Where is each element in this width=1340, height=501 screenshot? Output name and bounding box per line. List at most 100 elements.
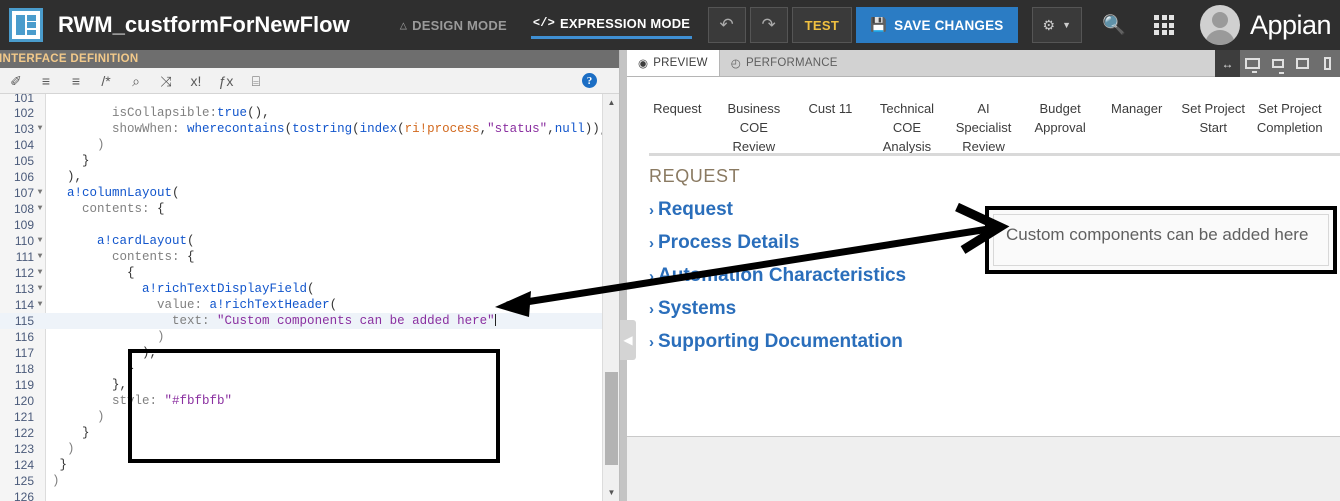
line-number: 125: [13, 474, 34, 488]
code-line[interactable]: 110 ▼ a!cardLayout(: [0, 233, 619, 249]
query-data-icon[interactable]: ⌸: [248, 72, 264, 90]
code-text: }: [52, 458, 68, 472]
line-number: 103: [13, 122, 34, 136]
code-line[interactable]: 113 ▼ a!richTextDisplayField(: [0, 281, 619, 297]
code-line[interactable]: 103 ▼ showWhen: wherecontains(tostring(in…: [0, 121, 619, 137]
tablet-icon[interactable]: [1290, 50, 1315, 77]
clock-icon: ◴: [730, 58, 741, 70]
preview-surface: Request Business COE Review Cust 11 Technic…: [627, 77, 1340, 501]
section-link-label: Automation Characteristics: [658, 265, 907, 286]
code-line[interactable]: 116 ): [0, 329, 619, 345]
code-line[interactable]: 106 ),: [0, 169, 619, 185]
clear-icon[interactable]: x!: [188, 72, 204, 90]
code-text: a!richTextDisplayField(: [142, 282, 315, 296]
code-brackets-icon: </>: [532, 16, 556, 30]
code-line[interactable]: 107 ▼ a!columnLayout(: [0, 185, 619, 201]
code-line[interactable]: 109: [0, 217, 619, 233]
code-line[interactable]: 126: [0, 489, 619, 501]
code-text: isCollapsible:true(),: [112, 106, 270, 120]
section-link-label: Systems: [658, 298, 737, 319]
apps-grid-button[interactable]: [1146, 7, 1182, 43]
preview-callout-text: Custom components can be added here: [993, 214, 1329, 266]
laptop-icon[interactable]: [1265, 50, 1290, 77]
milestone-step: Set Project Completion: [1256, 101, 1323, 135]
fold-toggle-icon[interactable]: ▼: [36, 265, 44, 281]
request-section-heading: REQUEST: [649, 166, 741, 186]
fold-toggle-icon[interactable]: ▼: [36, 185, 44, 201]
shuffle-icon[interactable]: ⤨: [158, 72, 174, 90]
section-link[interactable]: › Supporting Documentation: [649, 331, 1169, 354]
code-line[interactable]: 123 ): [0, 441, 619, 457]
function-icon[interactable]: ƒx: [218, 72, 234, 90]
code-line[interactable]: 114 ▼ value: a!richTextHeader(: [0, 297, 619, 313]
tab-performance[interactable]: ◴ PERFORMANCE: [720, 50, 849, 76]
fold-toggle-icon[interactable]: ▼: [36, 121, 44, 137]
code-line[interactable]: 117 ),: [0, 345, 619, 361]
code-line[interactable]: 104 ): [0, 137, 619, 153]
help-icon[interactable]: ?: [582, 73, 597, 88]
brand-wordmark: Appian: [1250, 9, 1332, 40]
tab-design-mode[interactable]: △ DESIGN MODE: [398, 14, 509, 37]
save-changes-label: SAVE CHANGES: [894, 17, 1004, 33]
redo-button[interactable]: ↷: [749, 7, 788, 43]
section-link[interactable]: › Systems: [649, 298, 1169, 321]
fold-toggle-icon[interactable]: ▼: [36, 281, 44, 297]
search-button[interactable]: 🔍: [1096, 7, 1132, 43]
fold-toggle-icon[interactable]: ▼: [36, 201, 44, 217]
scrollbar-thumb[interactable]: [605, 372, 618, 465]
fold-toggle-icon[interactable]: ▼: [36, 297, 44, 313]
line-number: 126: [13, 490, 34, 501]
code-line[interactable]: 102 isCollapsible:true(),: [0, 105, 619, 121]
code-line[interactable]: 101: [0, 94, 619, 105]
code-line[interactable]: 125): [0, 473, 619, 489]
code-lines[interactable]: 101 102 isCollapsible:true(), 103 ▼ showWh…: [0, 94, 619, 501]
code-line[interactable]: 124 }: [0, 457, 619, 473]
panel-collapse-handle[interactable]: ◀: [620, 320, 636, 360]
tab-preview[interactable]: ◉ PREVIEW: [627, 50, 720, 76]
tab-expression-mode[interactable]: </> EXPRESSION MODE: [530, 12, 693, 39]
code-line[interactable]: 105 }: [0, 153, 619, 169]
comment-icon[interactable]: /*: [98, 72, 114, 90]
indent-icon[interactable]: ≡: [68, 72, 84, 90]
code-line[interactable]: 111 ▼ contents: {: [0, 249, 619, 265]
header-actions: ↶ ↷ TEST 💾 SAVE CHANGES ⚙ ▼ 🔍 Appian: [707, 0, 1340, 50]
line-number: 102: [13, 106, 34, 120]
code-line[interactable]: 112 ▼ {: [0, 265, 619, 281]
code-line[interactable]: 121 ): [0, 409, 619, 425]
scroll-up-arrow-icon[interactable]: ▲: [603, 94, 620, 111]
avatar[interactable]: [1200, 5, 1240, 45]
desktop-icon[interactable]: [1240, 50, 1265, 77]
line-number: 106: [13, 170, 34, 184]
settings-button[interactable]: ⚙ ▼: [1031, 7, 1082, 43]
code-line[interactable]: 115 text: "Custom components can be adde…: [0, 313, 619, 329]
find-icon[interactable]: ⌕: [128, 72, 144, 90]
format-wand-icon[interactable]: ✐: [8, 72, 24, 90]
fold-toggle-icon[interactable]: ▼: [36, 249, 44, 265]
code-text: ): [52, 410, 105, 424]
code-line[interactable]: 119 },: [0, 377, 619, 393]
save-changes-button[interactable]: 💾 SAVE CHANGES: [856, 7, 1018, 43]
code-text: }: [52, 154, 90, 168]
cursor-select-icon: △: [399, 18, 408, 33]
resize-width-icon[interactable]: ↔: [1215, 50, 1240, 77]
fold-toggle-icon[interactable]: ▼: [36, 233, 44, 249]
undo-button[interactable]: ↶: [707, 7, 746, 43]
code-editor[interactable]: 101 102 isCollapsible:true(), 103 ▼ showWh…: [0, 94, 619, 501]
test-button[interactable]: TEST: [791, 7, 853, 43]
code-line[interactable]: 122 }: [0, 425, 619, 441]
line-number: 109: [13, 218, 34, 232]
milestone-step: Manager: [1111, 101, 1163, 116]
code-line[interactable]: 108 ▼ contents: {: [0, 201, 619, 217]
code-text: ): [52, 442, 75, 456]
scroll-down-arrow-icon[interactable]: ▼: [603, 484, 620, 501]
code-line[interactable]: 120 style: "#fbfbfb": [0, 393, 619, 409]
phone-icon[interactable]: [1315, 50, 1340, 77]
line-number: 114: [14, 298, 34, 312]
outdent-icon[interactable]: ≡: [38, 72, 54, 90]
chevron-right-icon: ›: [649, 334, 654, 351]
line-number: 101: [13, 94, 34, 105]
code-line[interactable]: 118 }: [0, 361, 619, 377]
device-preview-switcher: ↔: [1215, 50, 1340, 77]
line-number: 110: [14, 234, 34, 248]
editor-vertical-scrollbar[interactable]: ▲ ▼: [602, 94, 619, 501]
